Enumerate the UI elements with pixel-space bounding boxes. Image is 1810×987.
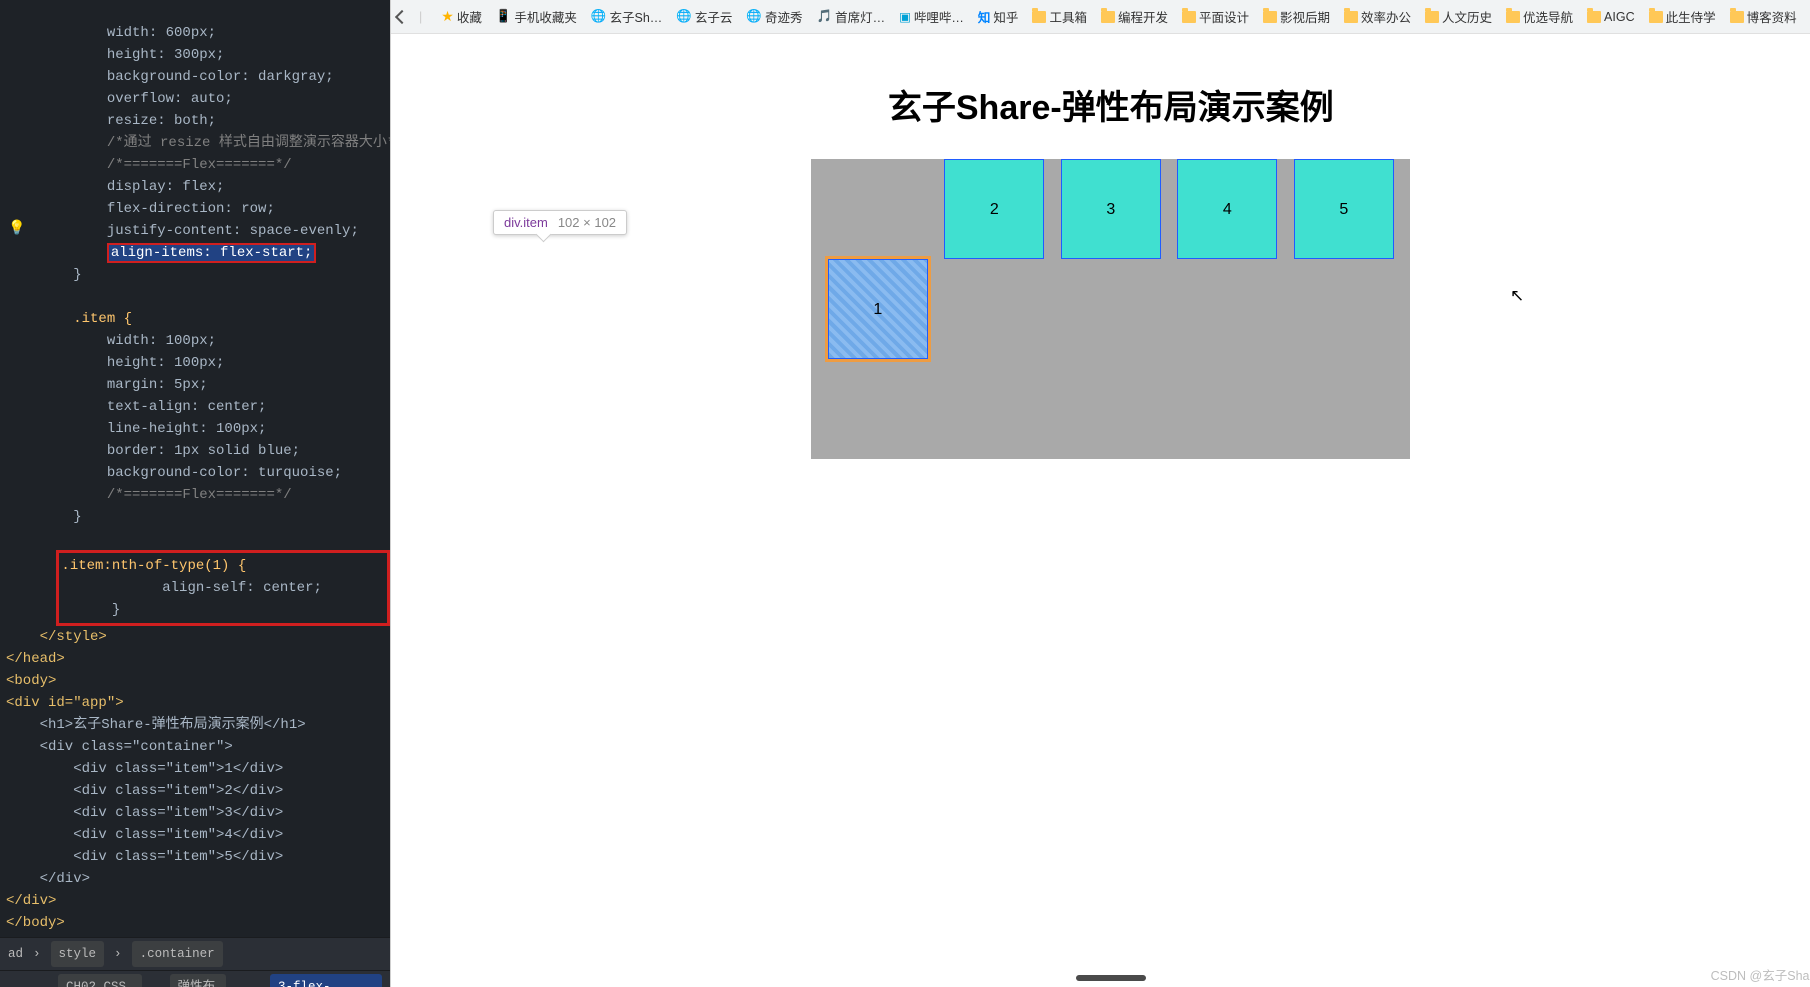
tooltip-selector: div.item	[504, 215, 548, 230]
flex-item-3[interactable]: 3	[1061, 159, 1161, 259]
bookmarks-bar: | ★收藏 📱手机收藏夹 🌐玄子Sh… 🌐玄子云 🌐奇迹秀 🎵首席灯… ▣哔哩哔…	[391, 0, 1810, 34]
code-line: resize: both;	[6, 113, 216, 129]
bookmark-folder[interactable]: AIGC	[1582, 10, 1640, 24]
folder-icon	[1344, 11, 1358, 23]
code-line: background-color: darkgray;	[6, 69, 334, 85]
code-line: <div id="app">	[6, 695, 124, 711]
watermark: CSDN @玄子Share	[1711, 965, 1810, 984]
code-line: margin: 5px;	[6, 377, 208, 393]
bookmark-folder[interactable]: 人文历史	[1420, 7, 1497, 26]
code-line: <div class="item">1</div>	[6, 761, 283, 777]
code-line: text-align: center;	[6, 399, 266, 415]
folder-icon	[1506, 11, 1520, 23]
code-line: .item {	[6, 311, 132, 327]
star-icon: ★	[441, 8, 454, 25]
code-line: <body>	[6, 673, 56, 689]
music-icon: 🎵	[816, 9, 832, 24]
folder-icon	[1032, 11, 1046, 23]
code-line: height: 100px;	[6, 355, 224, 371]
bookmark-item[interactable]: 🎵首席灯…	[811, 7, 890, 26]
bookmark-folder[interactable]: 影视后期	[1258, 7, 1335, 26]
bookmark-folder[interactable]: 优选导航	[1501, 7, 1578, 26]
code-line: width: 100px;	[6, 333, 216, 349]
code-line: </body>	[6, 915, 65, 931]
bookmark-folder[interactable]: 工具箱	[1027, 7, 1092, 26]
code-line: }	[6, 509, 82, 525]
page-title: 玄子Share-弹性布局演示案例	[419, 80, 1803, 129]
code-line: justify-content: space-evenly;	[6, 223, 359, 239]
flex-item-2[interactable]: 2	[944, 159, 1044, 259]
inspect-tooltip: div.item 102 × 102	[493, 210, 627, 235]
code-line: width: 600px;	[6, 25, 216, 41]
editor-footer: ad› style› .container nZi› CH02_CSS基础› 弹…	[0, 937, 390, 987]
folder-icon	[1182, 11, 1196, 23]
editor-breadcrumb-css[interactable]: ad› style› .container	[0, 937, 390, 970]
code-line: <div class="item">3</div>	[6, 805, 283, 821]
flex-container: 1 2 3 4 5	[811, 159, 1410, 459]
flex-item-4[interactable]: 4	[1177, 159, 1277, 259]
bookmark-item[interactable]: 🌐玄子云	[671, 7, 737, 26]
editor-code[interactable]: width: 600px; height: 300px; background-…	[0, 0, 390, 937]
code-line: <h1>玄子Share-弹性布局演示案例</h1>	[6, 717, 306, 733]
globe-icon: 🌐	[746, 9, 762, 24]
page-content: 玄子Share-弹性布局演示案例 1 2 3 4 5 div.item 102 …	[391, 34, 1810, 987]
bookmark-folder[interactable]: 博客资料	[1725, 7, 1802, 26]
code-line: overflow: auto;	[6, 91, 233, 107]
bookmark-folder[interactable]: 此生侍学	[1644, 7, 1721, 26]
code-line: </style>	[6, 629, 107, 645]
code-line: display: flex;	[6, 179, 224, 195]
code-line: <div class="item">4</div>	[6, 827, 283, 843]
folder-icon	[1425, 11, 1439, 23]
code-line: <div class="item">2</div>	[6, 783, 283, 799]
tooltip-dimensions: 102 × 102	[558, 215, 616, 230]
nav-back-forward[interactable]: |	[397, 10, 432, 24]
bookmark-item[interactable]: 🌐奇迹秀	[741, 7, 807, 26]
phone-icon: 📱	[496, 9, 512, 24]
code-line: <div class="container">	[6, 739, 233, 755]
code-line: background-color: turquoise;	[6, 465, 342, 481]
folder-icon	[1587, 11, 1601, 23]
code-line: </div>	[6, 871, 90, 887]
bili-icon: ▣	[899, 9, 911, 24]
code-line: border: 1px solid blue;	[6, 443, 300, 459]
highlighted-css-line: align-items: flex-start;	[107, 243, 317, 263]
zhihu-icon: 知	[978, 7, 991, 26]
globe-icon: 🌐	[676, 9, 692, 24]
code-line: flex-direction: row;	[6, 201, 275, 217]
highlighted-css-rule: .item:nth-of-type(1) { align-self: cente…	[56, 550, 389, 626]
folder-icon	[1649, 11, 1663, 23]
editor-breadcrumb-file[interactable]: nZi› CH02_CSS基础› 弹性布局› ▮3-flex-wrap.html	[0, 970, 390, 987]
folder-icon	[1101, 11, 1115, 23]
code-line: </head>	[6, 651, 65, 667]
bookmark-folder[interactable]: 效率办公	[1339, 7, 1416, 26]
bookmark-favorites[interactable]: ★收藏	[436, 7, 487, 26]
code-line: /*通过 resize 样式自由调整演示容器大小*/	[6, 135, 390, 151]
code-editor-pane: width: 600px; height: 300px; background-…	[0, 0, 390, 987]
flex-item-1[interactable]: 1	[828, 259, 928, 359]
intention-bulb-icon[interactable]	[8, 218, 26, 236]
code-line: }	[6, 267, 82, 283]
code-line: line-height: 100px;	[6, 421, 266, 437]
flex-item-5[interactable]: 5	[1294, 159, 1394, 259]
bookmark-item[interactable]: 📱手机收藏夹	[491, 7, 582, 26]
bookmark-item[interactable]: 🌐玄子Sh…	[586, 7, 667, 26]
browser-preview-pane: | ★收藏 📱手机收藏夹 🌐玄子Sh… 🌐玄子云 🌐奇迹秀 🎵首席灯… ▣哔哩哔…	[390, 0, 1810, 987]
bookmark-item[interactable]: 知知乎	[973, 7, 1024, 26]
code-line: </div>	[6, 893, 56, 909]
globe-icon: 🌐	[591, 9, 607, 24]
bookmark-folder[interactable]: 编程开发	[1096, 7, 1173, 26]
code-line: height: 300px;	[6, 47, 224, 63]
folder-icon	[1263, 11, 1277, 23]
back-icon[interactable]	[395, 9, 409, 23]
window-drag-handle[interactable]	[1076, 975, 1146, 981]
code-line: /*=======Flex=======*/	[6, 157, 292, 173]
bookmark-folder[interactable]: 平面设计	[1177, 7, 1254, 26]
code-line: /*=======Flex=======*/	[6, 487, 292, 503]
folder-icon	[1730, 11, 1744, 23]
bookmark-item[interactable]: ▣哔哩哔…	[894, 7, 969, 26]
bookmarks-overflow[interactable]: »	[1806, 10, 1810, 24]
code-line: <div class="item">5</div>	[6, 849, 283, 865]
